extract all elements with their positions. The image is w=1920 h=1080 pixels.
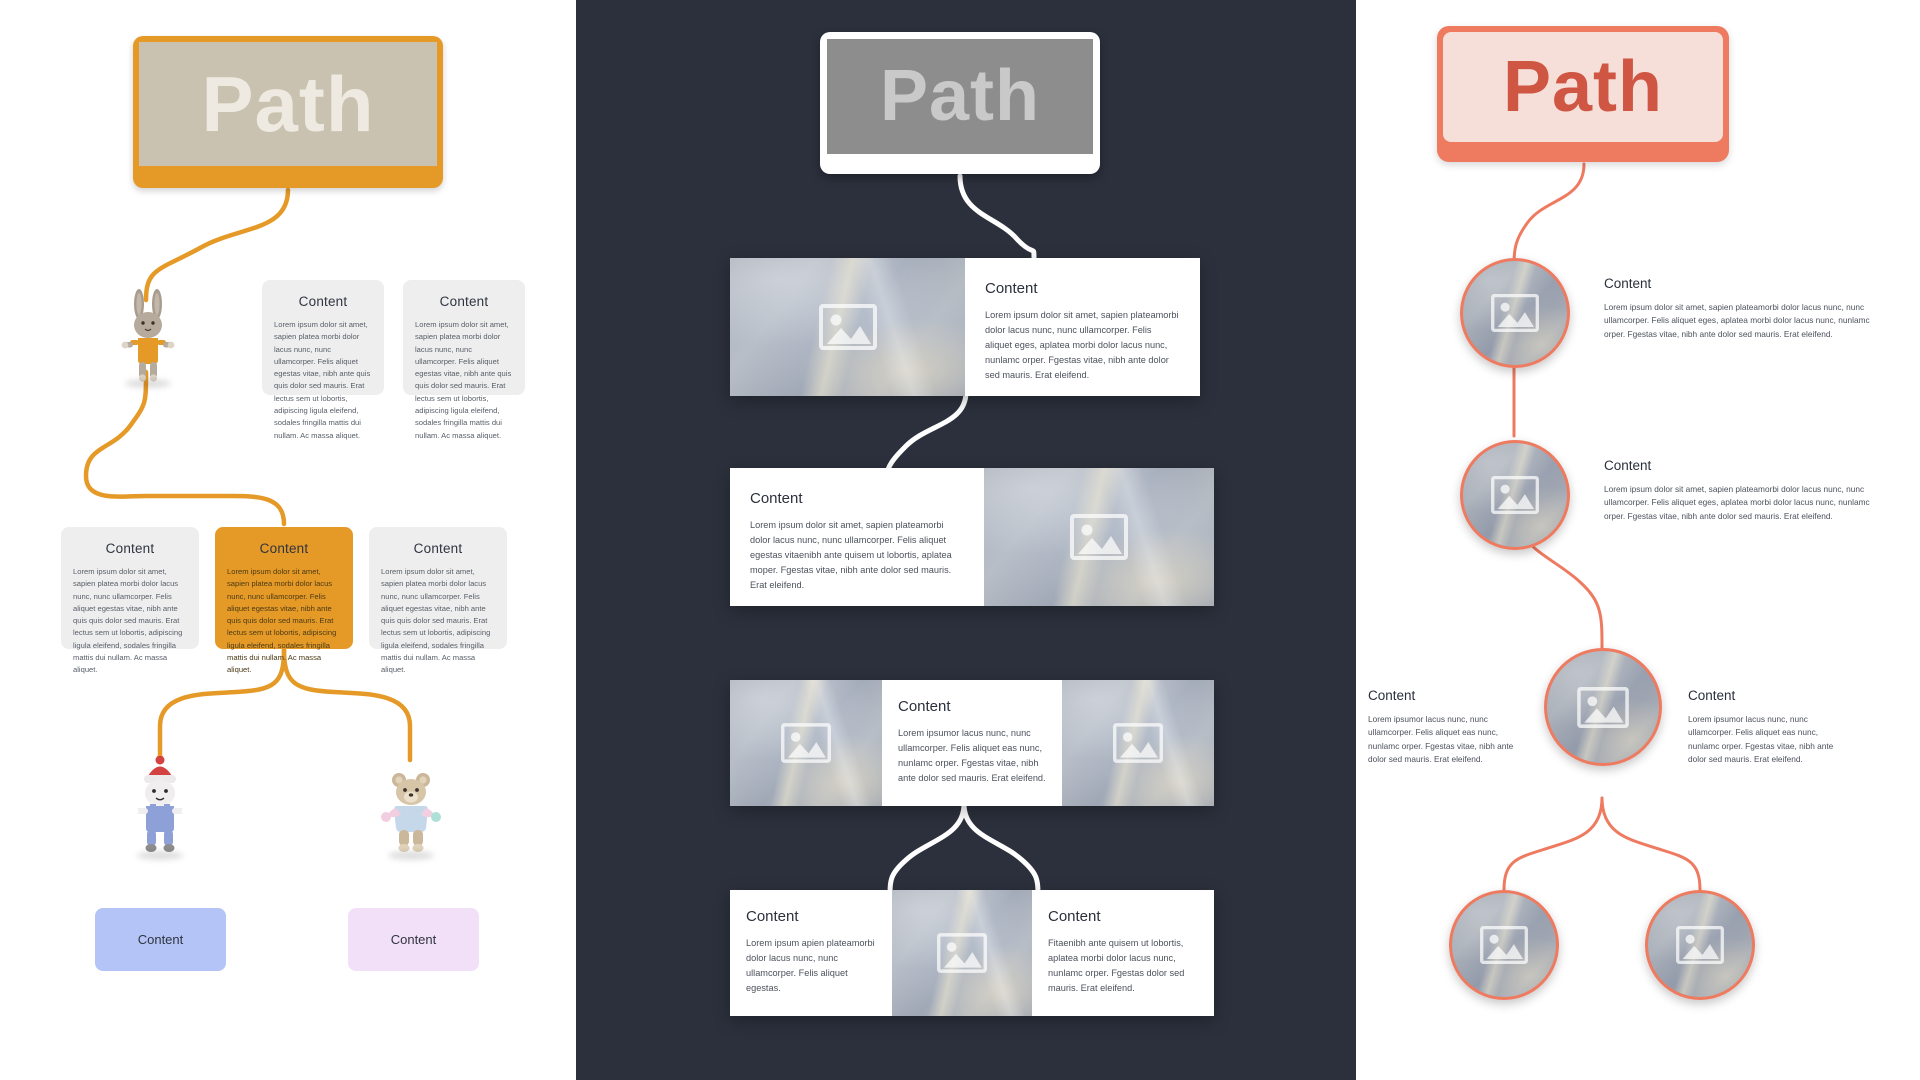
right-header-plate: Path	[1437, 26, 1729, 162]
card-body: Lorem ipsum dolor sit amet, sapien plate…	[985, 310, 1179, 380]
middle-card-2[interactable]: Content Lorem ipsum dolor sit amet, sapi…	[730, 468, 1214, 606]
node-title: Content	[1604, 458, 1652, 473]
card-title: Content	[985, 280, 1038, 297]
bunny-plush-figure	[120, 288, 176, 388]
card-title: Content	[439, 294, 489, 309]
left-card-r1-1[interactable]: Content Lorem ipsum dolor sit amet, sapi…	[262, 280, 384, 440]
card-body: Lorem ipsum dolor sit amet, sapien plate…	[381, 567, 491, 675]
node-title: Content	[1688, 688, 1736, 703]
panel-right-coral: Path Content Lorem ipsum dolor sit amet,…	[1356, 0, 1920, 1080]
panel-left-orange: Path Content Lorem ipsum dolor sit amet,…	[0, 0, 576, 1080]
left-card-r2-1[interactable]: Content Lorem ipsum dolor sit amet, sapi…	[61, 527, 199, 674]
card-title: Content	[1048, 908, 1101, 925]
right-split-right-text: Content Lorem ipsumor lacus nunc, nunc u…	[1688, 688, 1838, 767]
middle-card-1[interactable]: Content Lorem ipsum dolor sit amet, sapi…	[730, 258, 1200, 396]
card-body: Lorem ipsum dolor sit amet, sapien plate…	[73, 567, 183, 675]
card-body: Lorem ipsumor lacus nunc, nunc ullamcorp…	[898, 728, 1046, 783]
image-placeholder-icon	[818, 304, 877, 350]
card-text: Content Lorem ipsum dolor sit amet, sapi…	[965, 258, 1200, 396]
infographic-stage: Path Content Lorem ipsum dolor sit amet,…	[0, 0, 1920, 1080]
middle-card-3[interactable]: Content Lorem ipsumor lacus nunc, nunc u…	[730, 680, 1214, 806]
left-card-r2-3[interactable]: Content Lorem ipsum dolor sit amet, sapi…	[369, 527, 507, 674]
bear-plush-figure	[378, 768, 444, 860]
image-placeholder-icon	[1577, 686, 1629, 728]
card-image	[730, 258, 965, 396]
card-title: Content	[259, 541, 309, 556]
node-title: Content	[1604, 276, 1652, 291]
right-node-2-text: Content Lorem ipsum dolor sit amet, sapi…	[1604, 458, 1884, 523]
right-node-4[interactable]	[1449, 890, 1559, 1000]
node-body: Lorem ipsum dolor sit amet, sapien plate…	[1604, 484, 1870, 521]
middle-card-4[interactable]: Content Lorem ipsum apien plateamorbi do…	[730, 890, 1214, 1016]
middle-header-title: Path	[827, 39, 1093, 154]
image-placeholder-icon	[1676, 926, 1724, 964]
snowman-plush-icon	[131, 755, 189, 852]
box-label: Content	[137, 932, 184, 947]
image-placeholder-icon	[1491, 294, 1539, 332]
left-box-blue[interactable]: Content	[95, 908, 226, 971]
image-placeholder-icon	[1070, 514, 1128, 560]
card-text-right: Content Fitaenibh ante quisem ut loborti…	[1032, 890, 1214, 1016]
image-placeholder-icon	[1491, 476, 1539, 514]
card-title: Content	[298, 294, 348, 309]
right-node-1-text: Content Lorem ipsum dolor sit amet, sapi…	[1604, 276, 1884, 341]
card-image	[984, 468, 1214, 606]
right-node-2[interactable]	[1460, 440, 1570, 550]
card-body: Lorem ipsum dolor sit amet, sapien plate…	[274, 320, 371, 440]
card-body: Fitaenibh ante quisem ut lobortis, aplat…	[1048, 938, 1185, 993]
left-card-r2-2-highlighted[interactable]: Content Lorem ipsum dolor sit amet, sapi…	[215, 527, 353, 674]
card-image-right	[1062, 680, 1214, 806]
box-label: Content	[390, 932, 437, 947]
panel-middle-dark: Path Content Lorem ipsum dolor sit amet,…	[576, 0, 1356, 1080]
card-text-left: Content Lorem ipsum apien plateamorbi do…	[730, 890, 892, 1016]
node-title: Content	[1368, 688, 1416, 703]
left-header-title: Path	[139, 42, 437, 166]
image-placeholder-icon	[781, 723, 831, 763]
card-body: Lorem ipsum dolor sit amet, sapien plate…	[227, 567, 337, 675]
right-header-title: Path	[1443, 32, 1723, 142]
image-placeholder-icon	[1480, 926, 1528, 964]
card-body: Lorem ipsum dolor sit amet, sapien plate…	[750, 520, 952, 590]
left-box-pink[interactable]: Content	[348, 908, 479, 971]
node-body: Lorem ipsumor lacus nunc, nunc ullamcorp…	[1688, 714, 1834, 765]
right-node-3[interactable]	[1544, 648, 1662, 766]
card-title: Content	[750, 490, 803, 507]
middle-header-plate: Path	[820, 32, 1100, 174]
left-card-r1-2[interactable]: Content Lorem ipsum dolor sit amet, sapi…	[403, 280, 525, 440]
card-title: Content	[898, 698, 951, 715]
card-title: Content	[746, 908, 799, 925]
bear-plush-icon	[381, 773, 441, 852]
image-placeholder-icon	[1113, 723, 1163, 763]
right-node-1[interactable]	[1460, 258, 1570, 368]
card-body: Lorem ipsum dolor sit amet, sapien plate…	[415, 320, 512, 440]
card-image	[892, 890, 1032, 1016]
card-image-left	[730, 680, 882, 806]
card-text: Content Lorem ipsum dolor sit amet, sapi…	[730, 468, 984, 606]
image-placeholder-icon	[937, 933, 987, 973]
card-title: Content	[413, 541, 463, 556]
node-body: Lorem ipsum dolor sit amet, sapien plate…	[1604, 302, 1870, 339]
card-body: Lorem ipsum apien plateamorbi dolor lacu…	[746, 938, 875, 993]
right-split-left-text: Content Lorem ipsumor lacus nunc, nunc u…	[1368, 688, 1518, 767]
right-node-5[interactable]	[1645, 890, 1755, 1000]
card-title: Content	[105, 541, 155, 556]
left-header-plate: Path	[133, 36, 443, 188]
bunny-plush-icon	[121, 289, 175, 382]
node-body: Lorem ipsumor lacus nunc, nunc ullamcorp…	[1368, 714, 1514, 765]
right-connector-wires	[1502, 162, 1702, 892]
snowman-plush-figure	[128, 755, 192, 860]
card-text: Content Lorem ipsumor lacus nunc, nunc u…	[882, 680, 1062, 806]
